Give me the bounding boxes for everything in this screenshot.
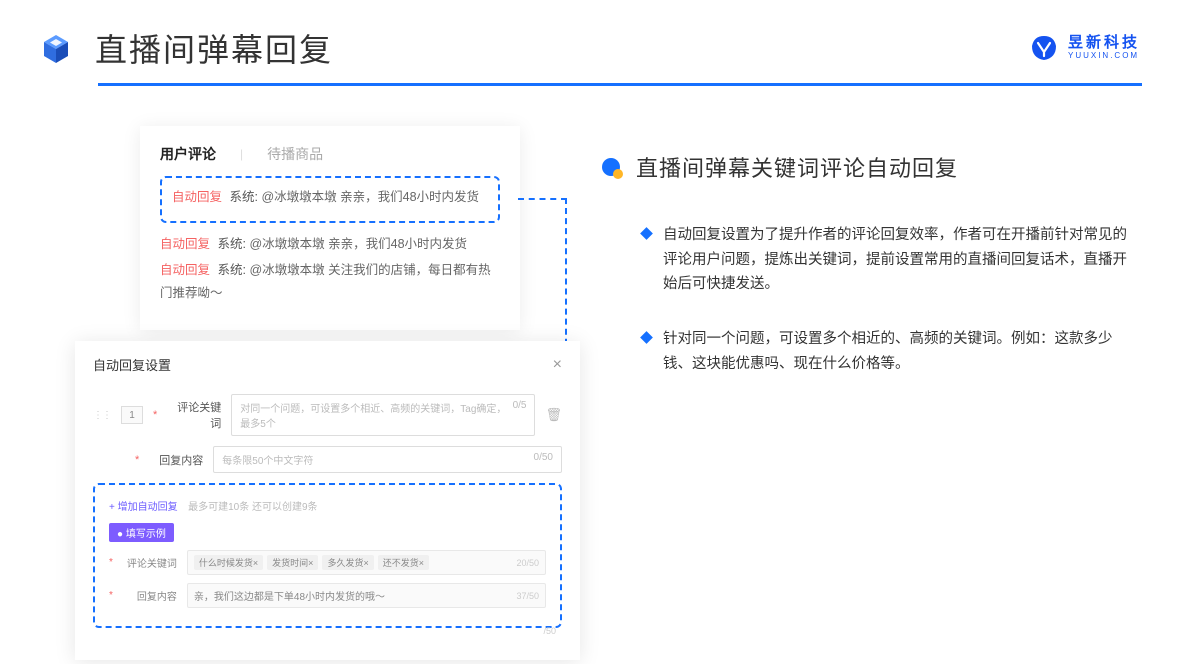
brand-text: 昱新科技 YUUXIN.COM <box>1068 35 1140 60</box>
required-icon: * <box>109 557 113 568</box>
form-row-content: * 回复内容 每条限50个中文字符 0/50 <box>93 446 562 473</box>
comment-row: 自动回复 系统: @冰墩墩本墩 亲亲，我们48小时内发货 <box>172 186 488 209</box>
dialog-header: 自动回复设置 × <box>93 355 562 374</box>
example-keyword-row: * 评论关键词 什么时候发货× 发货时间× 多久发货× 还不发货× 20/50 <box>109 550 546 575</box>
bullet-row: 针对同一个问题，可设置多个相近的、高频的关键词。例如：这款多少钱、这块能优惠吗、… <box>600 327 1140 376</box>
add-row: + 增加自动回复 最多可建10条 还可以创建9条 <box>109 497 546 515</box>
tab-separator: | <box>240 147 243 161</box>
right-column: 直播间弹幕关键词评论自动回复 自动回复设置为了提升作者的评论回复效率，作者可在开… <box>600 126 1140 406</box>
highlighted-comment: 自动回复 系统: @冰墩墩本墩 亲亲，我们48小时内发货 <box>160 176 500 223</box>
tab-products[interactable]: 待播商品 <box>267 144 323 164</box>
header: 直播间弹幕回复 昱新科技 YUUXIN.COM <box>0 0 1180 83</box>
sys-label: 系统: <box>230 190 258 204</box>
diamond-icon <box>640 227 653 240</box>
add-reply-link[interactable]: + 增加自动回复 <box>109 502 178 513</box>
brand-cn: 昱新科技 <box>1068 35 1140 52</box>
sys-label: 系统: <box>218 263 246 277</box>
content-input[interactable]: 每条限50个中文字符 0/50 <box>213 446 562 473</box>
tab-comments[interactable]: 用户评论 <box>160 144 216 164</box>
placeholder: 对同一个问题，可设置多个相近、高频的关键词，Tag确定，最多5个 <box>240 400 512 430</box>
diamond-icon <box>640 331 653 344</box>
field-label: 回复内容 <box>149 452 203 468</box>
example-keyword-input[interactable]: 什么时候发货× 发货时间× 多久发货× 还不发货× 20/50 <box>187 550 546 575</box>
section-title: 直播间弹幕关键词评论自动回复 <box>636 151 958 183</box>
field-label: 评论关键词 <box>167 399 221 431</box>
keyword-input[interactable]: 对同一个问题，可设置多个相近、高频的关键词，Tag确定，最多5个 0/5 <box>231 394 535 436</box>
tabs: 用户评论 | 待播商品 <box>160 144 500 164</box>
dialog-title: 自动回复设置 <box>93 355 171 374</box>
comment-row: 自动回复 系统: @冰墩墩本墩 关注我们的店铺，每日都有热门推荐呦～ <box>160 259 500 304</box>
keyword-chip: 发货时间× <box>267 555 318 570</box>
example-box: + 增加自动回复 最多可建10条 还可以创建9条 ● 填写示例 * 评论关键词 … <box>93 483 562 628</box>
comments-card: 用户评论 | 待播商品 自动回复 系统: @冰墩墩本墩 亲亲，我们48小时内发货… <box>140 126 520 330</box>
content: 用户评论 | 待播商品 自动回复 系统: @冰墩墩本墩 亲亲，我们48小时内发货… <box>0 86 1180 406</box>
bullet-row: 自动回复设置为了提升作者的评论回复效率，作者可在开播前针对常见的评论用户问题，提… <box>600 223 1140 297</box>
auto-reply-tag: 自动回复 <box>172 190 222 204</box>
example-text: 亲，我们这边都是下单48小时内发货的哦～ <box>194 588 385 603</box>
required-icon: * <box>135 454 139 466</box>
keyword-chip: 多久发货× <box>322 555 373 570</box>
field-label: 回复内容 <box>123 588 177 603</box>
delete-icon[interactable]: 🗑 <box>545 407 562 423</box>
form-row-keyword: ⋮⋮ 1 * 评论关键词 对同一个问题，可设置多个相近、高频的关键词，Tag确定… <box>93 394 562 436</box>
bullet-text: 自动回复设置为了提升作者的评论回复效率，作者可在开播前针对常见的评论用户问题，提… <box>663 223 1140 297</box>
comment-text: @冰墩墩本墩 亲亲，我们48小时内发货 <box>261 190 479 204</box>
keyword-chip: 还不发货× <box>378 555 429 570</box>
example-content-row: * 回复内容 亲，我们这边都是下单48小时内发货的哦～ 37/50 <box>109 583 546 608</box>
section-heading: 直播间弹幕关键词评论自动回复 <box>600 151 1140 183</box>
brand-logo-icon <box>1030 34 1058 62</box>
brand-en: YUUXIN.COM <box>1068 52 1140 61</box>
field-label: 评论关键词 <box>123 555 177 570</box>
settings-dialog: 自动回复设置 × ⋮⋮ 1 * 评论关键词 对同一个问题，可设置多个相近、高频的… <box>75 341 580 660</box>
bullet-text: 针对同一个问题，可设置多个相近的、高频的关键词。例如：这款多少钱、这块能优惠吗、… <box>663 327 1140 376</box>
sys-label: 系统: <box>218 237 246 251</box>
comment-row: 自动回复 系统: @冰墩墩本墩 亲亲，我们48小时内发货 <box>160 233 500 256</box>
counter: 0/5 <box>513 400 527 430</box>
outer-counter: /50 <box>93 626 562 636</box>
close-icon[interactable]: × <box>553 356 562 374</box>
comment-text: @冰墩墩本墩 亲亲，我们48小时内发货 <box>249 237 467 251</box>
example-badge: ● 填写示例 <box>109 523 174 542</box>
keyword-chip: 什么时候发货× <box>194 555 263 570</box>
drag-handle-icon[interactable]: ⋮⋮ <box>93 410 111 421</box>
cube-icon <box>35 27 77 69</box>
counter: 37/50 <box>516 591 539 601</box>
header-left: 直播间弹幕回复 <box>35 25 333 71</box>
add-hint: 最多可建10条 还可以创建9条 <box>188 502 317 513</box>
index-box: 1 <box>121 406 143 424</box>
counter: 20/50 <box>516 558 539 568</box>
bubble-icon <box>600 156 622 178</box>
left-column: 用户评论 | 待播商品 自动回复 系统: @冰墩墩本墩 亲亲，我们48小时内发货… <box>50 126 560 406</box>
required-icon: * <box>153 409 157 421</box>
required-icon: * <box>109 590 113 601</box>
page-title: 直播间弹幕回复 <box>95 25 333 71</box>
counter: 0/50 <box>534 452 553 467</box>
placeholder: 每条限50个中文字符 <box>222 452 313 467</box>
brand: 昱新科技 YUUXIN.COM <box>1030 34 1140 62</box>
example-content-input[interactable]: 亲，我们这边都是下单48小时内发货的哦～ 37/50 <box>187 583 546 608</box>
auto-reply-tag: 自动回复 <box>160 237 210 251</box>
auto-reply-tag: 自动回复 <box>160 263 210 277</box>
